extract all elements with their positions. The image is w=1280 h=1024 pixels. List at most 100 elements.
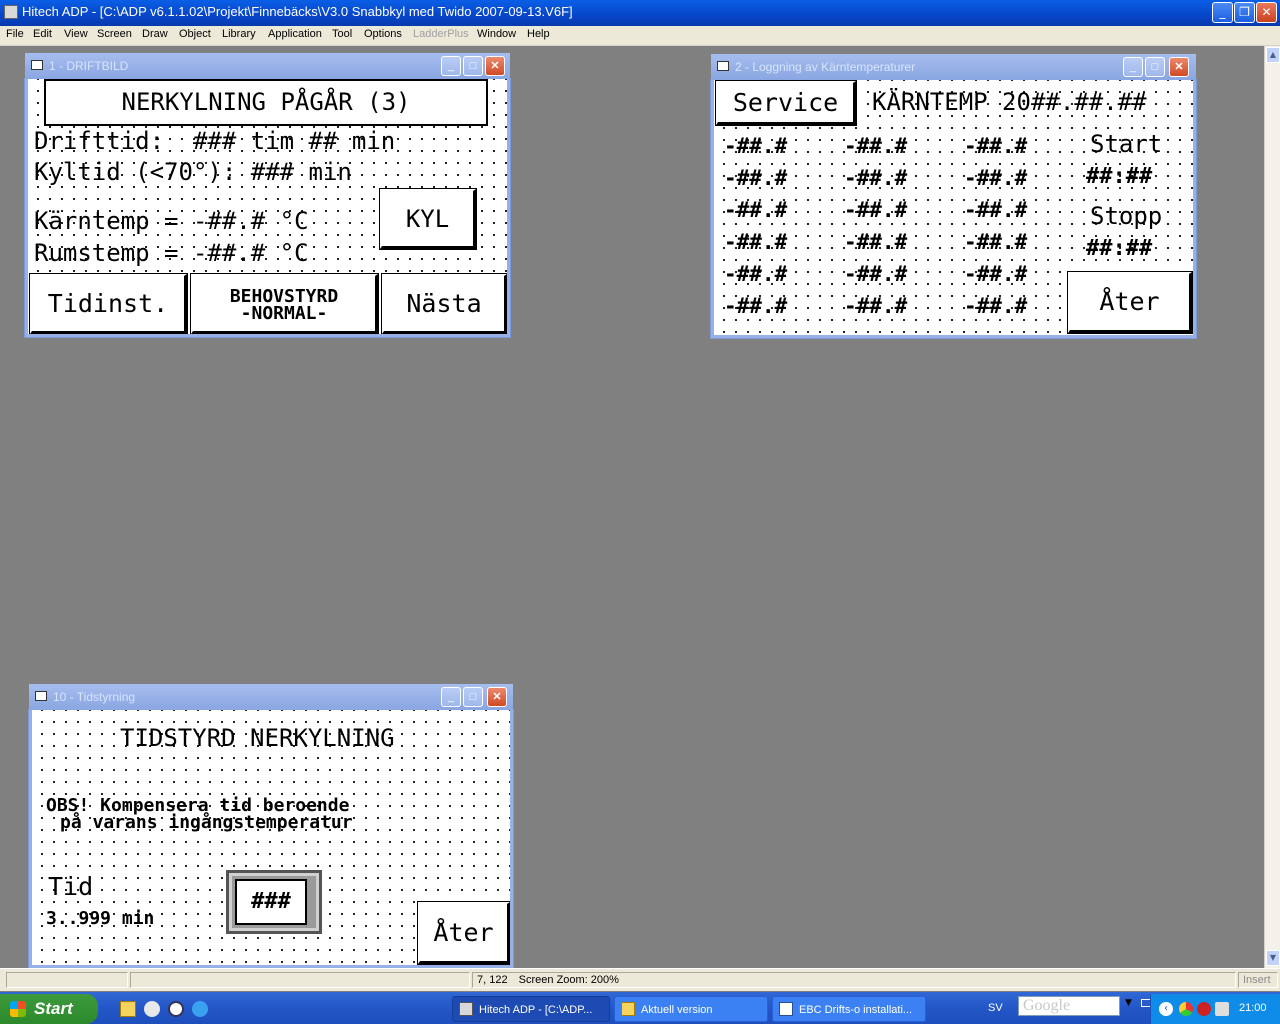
behovstyrd-mode: -NORMAL- [240, 303, 328, 324]
status-bar: 7, 122 Screen Zoom: 200% Insert [0, 968, 1280, 991]
rumstemp-text: Rumstemp = -##.# °C [34, 239, 309, 267]
tid-input-frame[interactable]: ### [226, 870, 322, 934]
header-frame: NERKYLNING PÅGÅR (3) [44, 79, 488, 126]
minimize-button[interactable]: _ [1212, 2, 1233, 23]
tidinst-button[interactable]: Tidinst. [30, 274, 187, 334]
start-label: Start [34, 999, 73, 1018]
clock: 21:00 [1239, 1002, 1267, 1014]
minimize-button[interactable]: _ [441, 687, 461, 707]
tidstyrd-header: TIDSTYRD NERKYLNING [120, 724, 395, 752]
task-label: Aktuell version [641, 1004, 713, 1016]
menu-options[interactable]: Options [364, 28, 402, 40]
search-dropdown-icon[interactable]: ▼ [1125, 998, 1132, 1008]
tid-input[interactable]: ### [235, 879, 307, 925]
window-title: 10 - Tidstyrning [53, 690, 136, 704]
stopp-label: Stopp [1090, 202, 1163, 230]
task-ebc-document[interactable]: EBC Drifts-o installati... [772, 996, 926, 1022]
maximize-button[interactable]: □ [463, 687, 483, 707]
tray-network-icon[interactable] [1215, 1002, 1229, 1016]
close-button[interactable]: ✕ [1256, 2, 1277, 23]
task-aktuell-version[interactable]: Aktuell version [614, 996, 768, 1022]
internet-explorer-icon[interactable] [192, 1001, 208, 1017]
hmi-canvas[interactable]: Service KÄRNTEMP 20##.##.## -##.# -##.# … [714, 80, 1193, 335]
scroll-down-icon[interactable]: ▼ [1266, 950, 1280, 966]
word-document-icon [779, 1002, 793, 1016]
menu-view[interactable]: View [64, 28, 88, 40]
log-value: -##.# [724, 134, 788, 158]
minimize-button[interactable]: _ [441, 56, 461, 76]
stopp-time: ##:## [1086, 236, 1153, 261]
quicklaunch-app-icon[interactable] [144, 1001, 160, 1017]
menu-bar: File Edit View Screen Draw Object Librar… [0, 26, 1280, 46]
service-button[interactable]: Service [716, 81, 856, 125]
menu-screen[interactable]: Screen [97, 28, 132, 40]
menu-file[interactable]: File [6, 28, 24, 40]
status-pane-empty [6, 972, 128, 988]
window-driftbild[interactable]: 1 - DRIFTBILD _ □ ✕ NERKYLNING PÅGÅR (3)… [25, 53, 510, 337]
language-indicator[interactable]: SV [988, 1002, 1003, 1014]
window-driftbild-titlebar[interactable]: 1 - DRIFTBILD _ □ ✕ [25, 53, 510, 79]
menu-edit[interactable]: Edit [33, 28, 52, 40]
google-search-box[interactable]: Google [1018, 996, 1120, 1016]
close-button[interactable]: ✕ [485, 56, 505, 76]
maximize-button[interactable]: □ [1145, 57, 1165, 77]
scroll-up-icon[interactable]: ▲ [1266, 47, 1280, 63]
menu-tool[interactable]: Tool [332, 28, 352, 40]
folder-icon [621, 1002, 635, 1016]
window-title: 1 - DRIFTBILD [49, 59, 129, 73]
log-value: -##.# [964, 198, 1028, 222]
menu-draw[interactable]: Draw [142, 28, 168, 40]
kyl-button[interactable]: KYL [380, 189, 476, 249]
cursor-coords: 7, 122 [477, 974, 508, 986]
system-tray: ‹ 21:00 [1150, 994, 1280, 1024]
vertical-scrollbar[interactable]: ▲ ▼ [1264, 46, 1280, 968]
hitech-app-icon [459, 1002, 473, 1016]
kyltid-text: Kyltid (<70°): ### min [34, 158, 352, 186]
menu-application[interactable]: Application [268, 28, 322, 40]
screen-icon [31, 60, 43, 70]
drifttid-text: Drifttid: ### tim ## min [34, 127, 396, 155]
log-value: -##.# [724, 294, 788, 318]
nasta-button[interactable]: Nästa [382, 274, 507, 334]
app-title-bar[interactable]: Hitech ADP - [C:\ADP v6.1.1.02\Projekt\F… [0, 0, 1280, 26]
tid-range: 3..999 min [46, 908, 155, 929]
task-label: Hitech ADP - [C:\ADP... [479, 1004, 593, 1016]
behovstyrd-button[interactable]: BEHOVSTYRD -NORMAL- [191, 274, 378, 334]
log-value: -##.# [724, 262, 788, 286]
menu-help[interactable]: Help [527, 28, 550, 40]
task-label: EBC Drifts-o installati... [799, 1004, 913, 1016]
window-loggning[interactable]: 2 - Loggning av Kärntemperaturer _ □ ✕ S… [711, 54, 1196, 338]
quicklaunch-folder-icon[interactable] [120, 1001, 136, 1017]
log-value: -##.# [964, 166, 1028, 190]
close-button[interactable]: ✕ [1169, 57, 1189, 77]
ater-button[interactable]: Åter [418, 902, 510, 964]
tray-app-icon[interactable] [1179, 1002, 1193, 1016]
tray-antivirus-icon[interactable] [1197, 1002, 1211, 1016]
log-value: -##.# [964, 134, 1028, 158]
log-value: -##.# [964, 262, 1028, 286]
menu-library[interactable]: Library [222, 28, 256, 40]
tray-expand-icon[interactable]: ‹ [1159, 1002, 1173, 1016]
window-loggning-titlebar[interactable]: 2 - Loggning av Kärntemperaturer _ □ ✕ [711, 54, 1196, 80]
restore-button[interactable]: ❐ [1234, 2, 1255, 23]
close-button[interactable]: ✕ [487, 687, 507, 707]
tid-label: Tid [48, 872, 94, 901]
menu-object[interactable]: Object [179, 28, 211, 40]
minimize-button[interactable]: _ [1123, 57, 1143, 77]
window-title: 2 - Loggning av Kärntemperaturer [735, 60, 916, 74]
hmi-canvas[interactable]: TIDSTYRD NERKYLNING OBS! Kompensera tid … [32, 710, 510, 965]
quicklaunch-media-icon[interactable] [168, 1001, 184, 1017]
task-hitech-adp[interactable]: Hitech ADP - [C:\ADP... [452, 996, 610, 1022]
start-button[interactable]: Start [0, 994, 98, 1024]
menu-window[interactable]: Window [477, 28, 516, 40]
log-value: -##.# [844, 134, 908, 158]
screen-icon [35, 691, 47, 701]
status-pane-empty [130, 972, 470, 988]
ater-button[interactable]: Åter [1068, 272, 1192, 333]
hmi-canvas[interactable]: NERKYLNING PÅGÅR (3) Drifttid: ### tim #… [28, 79, 507, 334]
maximize-button[interactable]: □ [463, 56, 483, 76]
window-tidstyrning-titlebar[interactable]: 10 - Tidstyrning _ □ ✕ [29, 684, 513, 710]
menu-ladderplus: LadderPlus [413, 28, 469, 40]
app-icon[interactable] [4, 5, 18, 19]
window-tidstyrning[interactable]: 10 - Tidstyrning _ □ ✕ TIDSTYRD NERKYLNI… [29, 684, 513, 968]
